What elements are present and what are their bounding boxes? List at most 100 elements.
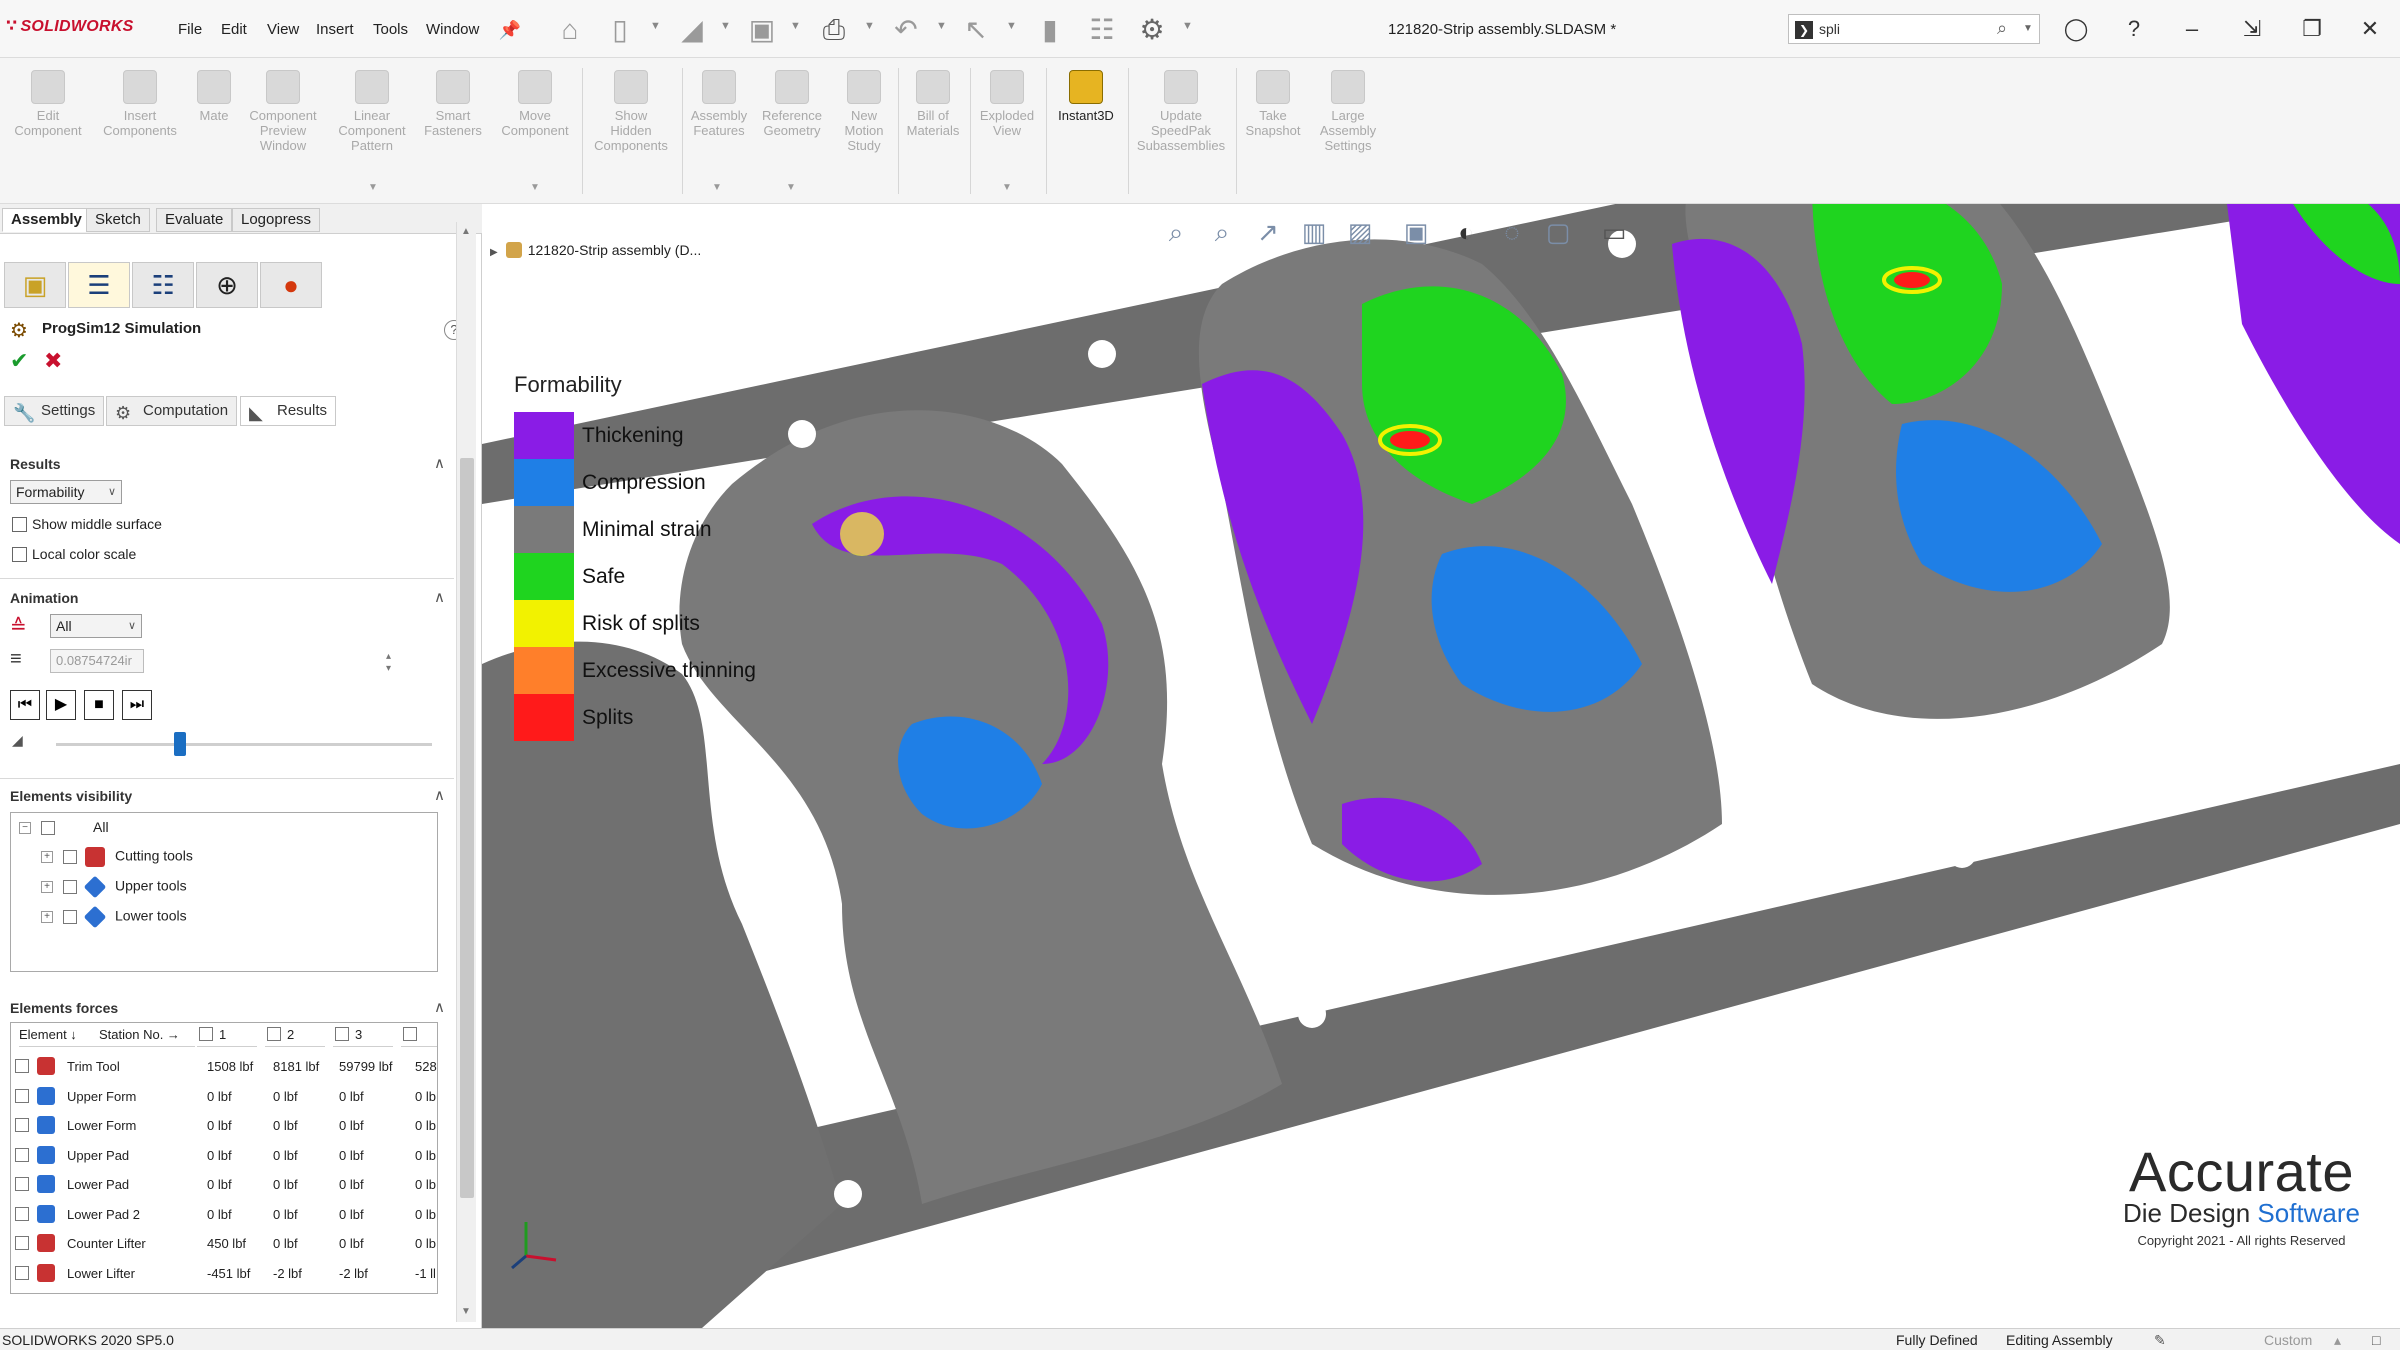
gear-icon[interactable]: ⚙: [1134, 12, 1170, 48]
chevron-down-icon[interactable]: ▼: [1002, 182, 1012, 193]
move-component-button[interactable]: Move Component: [494, 70, 576, 138]
hide-show-items-icon[interactable]: ◐: [1448, 214, 1484, 250]
component-preview-window-button[interactable]: Component Preview Window: [240, 70, 326, 153]
graphics-viewport[interactable]: ▶ 121820-Strip assembly (D... ⌕ ⌕ ↗ ▥ ▨ ▣…: [482, 204, 2400, 1328]
instant3d-button[interactable]: Instant3D: [1050, 70, 1122, 123]
display-manager-tab-icon[interactable]: ●: [260, 262, 322, 308]
play-button[interactable]: ▶: [46, 690, 76, 720]
file-properties-icon[interactable]: ☷: [1084, 12, 1120, 48]
row-checkbox[interactable]: [15, 1147, 29, 1162]
user-account-icon[interactable]: ◯: [2058, 12, 2094, 46]
elements-forces-header[interactable]: Elements forces: [10, 1000, 118, 1016]
edit-appearance-icon[interactable]: ◌: [1494, 214, 1530, 250]
new-motion-study-button[interactable]: New Motion Study: [834, 70, 894, 153]
animation-section-header[interactable]: Animation: [10, 590, 78, 606]
chevron-up-icon[interactable]: ∧: [434, 998, 445, 1016]
solidworks-logo[interactable]: ∵ SOLIDWORKS: [6, 16, 134, 36]
column-header-1[interactable]: 1: [197, 1023, 257, 1047]
chevron-down-icon[interactable]: ▼: [368, 182, 378, 193]
menu-view[interactable]: View: [267, 21, 299, 38]
reference-geometry-button[interactable]: Reference Geometry: [756, 70, 828, 138]
status-units[interactable]: Custom: [2264, 1332, 2312, 1348]
tree-item-lower-tools[interactable]: + Lower tools: [41, 905, 187, 929]
view-orientation-icon[interactable]: ▨: [1342, 214, 1378, 250]
chevron-right-icon[interactable]: ▶: [490, 247, 498, 258]
rebuild-icon[interactable]: ▮: [1032, 12, 1068, 48]
row-checkbox[interactable]: [15, 1059, 29, 1073]
column-checkbox[interactable]: [403, 1027, 417, 1041]
previous-view-icon[interactable]: ↗: [1250, 214, 1286, 250]
panel-scrollbar[interactable]: ▲ ▼: [456, 222, 476, 1322]
close-icon[interactable]: ✕: [2352, 12, 2388, 46]
take-snapshot-button[interactable]: Take Snapshot: [1238, 70, 1308, 138]
table-row[interactable]: Lower Pad 0 lbf 0 lbf 0 lbf 0 lb: [11, 1173, 437, 1199]
insert-components-button[interactable]: Insert Components: [94, 70, 186, 138]
update-speedpak-button[interactable]: Update SpeedPak Subassemblies: [1130, 70, 1232, 153]
column-header-3[interactable]: 3: [333, 1023, 393, 1047]
row-checkbox[interactable]: [15, 1236, 29, 1250]
animation-position-field[interactable]: 0.08754724ir: [50, 649, 144, 673]
elements-visibility-header[interactable]: Elements visibility: [10, 788, 132, 804]
table-row[interactable]: Lower Form 0 lbf 0 lbf 0 lbf 0 lb: [11, 1114, 437, 1140]
scroll-down-icon[interactable]: ▼: [461, 1306, 471, 1317]
animation-slider-track[interactable]: [56, 743, 432, 746]
tab-evaluate[interactable]: Evaluate: [156, 208, 233, 232]
exploded-view-button[interactable]: Exploded View: [972, 70, 1042, 138]
last-frame-button[interactable]: ⏭: [122, 690, 152, 720]
pin-icon[interactable]: 📌: [492, 12, 528, 48]
maximize-icon[interactable]: ❐: [2294, 12, 2330, 46]
chevron-down-icon[interactable]: ▼: [1182, 20, 1193, 32]
checkbox[interactable]: [41, 821, 55, 836]
chevron-down-icon[interactable]: ▼: [864, 20, 875, 32]
show-middle-surface-checkbox[interactable]: [12, 517, 27, 532]
select-cursor-icon[interactable]: ↖: [958, 12, 994, 48]
restore-view-icon[interactable]: ⇲: [2234, 12, 2270, 46]
tab-sketch[interactable]: Sketch: [86, 208, 150, 232]
animation-step-dropdown[interactable]: All ∨: [50, 614, 142, 638]
table-row[interactable]: Upper Pad 0 lbf 0 lbf 0 lbf 0 lb: [11, 1144, 437, 1170]
stop-button[interactable]: ■: [84, 690, 114, 720]
tree-item-all[interactable]: − All: [19, 819, 109, 836]
save-icon[interactable]: ▣: [744, 12, 780, 48]
chevron-down-icon[interactable]: ▼: [1006, 20, 1017, 32]
row-checkbox[interactable]: [15, 1118, 29, 1132]
large-assembly-settings-button[interactable]: Large Assembly Settings: [1310, 70, 1386, 153]
property-manager-tab-icon[interactable]: ☰: [68, 262, 130, 308]
first-frame-button[interactable]: ⏮: [10, 690, 40, 720]
minimize-icon[interactable]: –: [2174, 12, 2210, 46]
ok-check-icon[interactable]: ✔: [10, 348, 28, 374]
new-document-icon[interactable]: ▯: [602, 12, 638, 48]
checkbox[interactable]: [63, 880, 77, 894]
search-icon[interactable]: ⌕: [1997, 18, 2007, 39]
table-row[interactable]: Lower Pad 2 0 lbf 0 lbf 0 lbf 0 lb: [11, 1203, 437, 1229]
tab-results[interactable]: ◣ Results: [240, 396, 337, 426]
mate-button[interactable]: Mate: [190, 70, 238, 123]
menu-file[interactable]: File: [178, 21, 202, 38]
breadcrumb[interactable]: ▶ 121820-Strip assembly (D...: [490, 242, 701, 258]
row-checkbox[interactable]: [15, 1177, 29, 1191]
expand-icon[interactable]: +: [41, 851, 53, 863]
chevron-up-icon[interactable]: ▴: [2334, 1332, 2341, 1349]
tab-computation[interactable]: ⚙ Computation: [106, 396, 238, 426]
menu-insert[interactable]: Insert: [316, 21, 354, 38]
collapse-icon[interactable]: −: [19, 822, 31, 835]
animation-slider-thumb[interactable]: [174, 732, 186, 756]
column-checkbox[interactable]: [335, 1027, 349, 1041]
local-color-scale-checkbox[interactable]: [12, 547, 27, 562]
display-style-icon[interactable]: ▣: [1398, 214, 1434, 250]
home-icon[interactable]: ⌂: [552, 12, 588, 48]
column-checkbox[interactable]: [199, 1027, 213, 1041]
row-checkbox[interactable]: [15, 1206, 29, 1221]
chevron-down-icon[interactable]: ▼: [2023, 23, 2033, 34]
chevron-down-icon[interactable]: ▼: [936, 20, 947, 32]
expand-icon[interactable]: +: [41, 911, 53, 923]
undo-icon[interactable]: ↶: [888, 12, 924, 48]
feedback-icon[interactable]: □: [2372, 1332, 2380, 1348]
smart-fasteners-button[interactable]: Smart Fasteners: [418, 70, 488, 138]
checkbox[interactable]: [63, 910, 77, 924]
table-row[interactable]: Lower Lifter -451 lbf -2 lbf -2 lbf -1 ll: [11, 1262, 437, 1288]
spin-up-icon[interactable]: ▴: [386, 652, 391, 662]
results-type-dropdown[interactable]: Formability ∨: [10, 480, 122, 504]
chevron-up-icon[interactable]: ∧: [434, 786, 445, 804]
chevron-down-icon[interactable]: ▼: [530, 182, 540, 193]
